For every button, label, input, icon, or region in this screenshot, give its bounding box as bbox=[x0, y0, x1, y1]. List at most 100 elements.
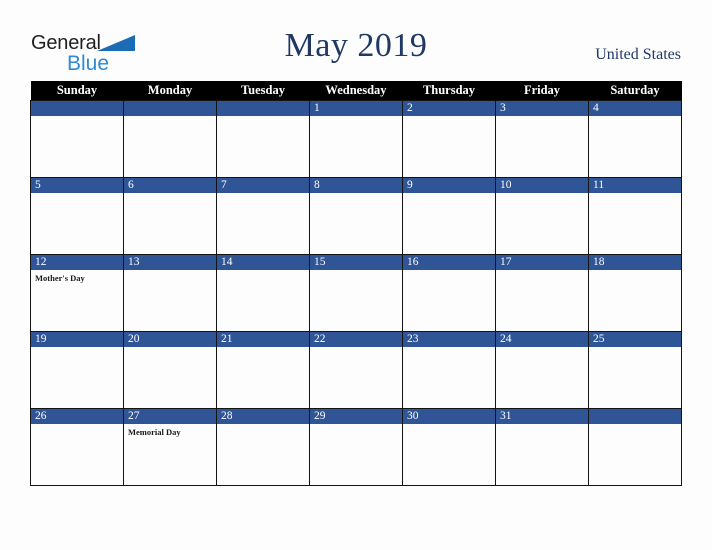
day-number: 18 bbox=[589, 255, 681, 270]
weekday-header-tuesday: Tuesday bbox=[216, 81, 310, 101]
calendar-day-cell[interactable]: 27 Memorial Day bbox=[123, 408, 217, 486]
calendar-day-cell[interactable]: 28 bbox=[216, 408, 310, 486]
calendar-day-cell[interactable]: 2 bbox=[402, 100, 496, 178]
calendar-empty-cell[interactable] bbox=[123, 100, 217, 178]
day-cell-inner: 24 bbox=[496, 332, 588, 408]
day-cell-inner bbox=[589, 409, 681, 485]
day-events bbox=[310, 270, 402, 273]
weekday-header-thursday: Thursday bbox=[402, 81, 496, 101]
day-number bbox=[31, 101, 123, 116]
calendar-page: General Blue May 2019 United States Sund… bbox=[0, 0, 712, 550]
calendar-week-row: 19 20 21 22 23 24 25 bbox=[30, 331, 682, 409]
day-cell-inner: 26 bbox=[31, 409, 123, 485]
calendar-day-cell[interactable]: 5 bbox=[30, 177, 124, 255]
calendar-day-cell[interactable]: 23 bbox=[402, 331, 496, 409]
day-cell-inner: 19 bbox=[31, 332, 123, 408]
calendar-day-cell[interactable]: 3 bbox=[495, 100, 589, 178]
calendar-week-row: 1234 bbox=[30, 100, 682, 178]
day-cell-inner: 10 bbox=[496, 178, 588, 254]
day-cell-inner: 13 bbox=[124, 255, 216, 331]
calendar-day-cell[interactable]: 26 bbox=[30, 408, 124, 486]
day-events bbox=[403, 347, 495, 350]
day-number: 6 bbox=[124, 178, 216, 193]
day-cell-inner: 8 bbox=[310, 178, 402, 254]
day-cell-inner bbox=[31, 101, 123, 177]
calendar-day-cell[interactable]: 7 bbox=[216, 177, 310, 255]
day-cell-inner: 1 bbox=[310, 101, 402, 177]
day-number: 2 bbox=[403, 101, 495, 116]
calendar-day-cell[interactable]: 17 bbox=[495, 254, 589, 332]
calendar-empty-cell[interactable] bbox=[588, 408, 682, 486]
day-number: 11 bbox=[589, 178, 681, 193]
calendar-day-cell[interactable]: 30 bbox=[402, 408, 496, 486]
calendar-day-cell[interactable]: 4 bbox=[588, 100, 682, 178]
calendar-week-row: 5 6 7 8 9 10 11 bbox=[30, 177, 682, 255]
day-cell-inner: 16 bbox=[403, 255, 495, 331]
day-events bbox=[403, 424, 495, 427]
day-cell-inner: 18 bbox=[589, 255, 681, 331]
calendar-day-cell[interactable]: 22 bbox=[309, 331, 403, 409]
day-number: 4 bbox=[589, 101, 681, 116]
day-number: 20 bbox=[124, 332, 216, 347]
day-number bbox=[217, 101, 309, 116]
calendar-day-cell[interactable]: 9 bbox=[402, 177, 496, 255]
day-number: 22 bbox=[310, 332, 402, 347]
calendar-day-cell[interactable]: 8 bbox=[309, 177, 403, 255]
holiday-label: Mother's Day bbox=[35, 273, 85, 283]
day-cell-inner: 30 bbox=[403, 409, 495, 485]
day-events: Mother's Day bbox=[31, 270, 123, 284]
day-number: 23 bbox=[403, 332, 495, 347]
calendar-day-cell[interactable]: 15 bbox=[309, 254, 403, 332]
day-number: 29 bbox=[310, 409, 402, 424]
day-cell-inner: 29 bbox=[310, 409, 402, 485]
calendar-day-cell[interactable]: 13 bbox=[123, 254, 217, 332]
day-number: 25 bbox=[589, 332, 681, 347]
calendar-body: 1 2 3 4 5 6 7 8 9 10 11 12 Mother's Day 13 14 15 16 17 18 1… bbox=[30, 100, 682, 486]
calendar-day-cell[interactable]: 11 bbox=[588, 177, 682, 255]
day-number: 19 bbox=[31, 332, 123, 347]
calendar-day-cell[interactable]: 29 bbox=[309, 408, 403, 486]
day-events bbox=[496, 270, 588, 273]
day-cell-inner: 14 bbox=[217, 255, 309, 331]
calendar-day-cell[interactable]: 6 bbox=[123, 177, 217, 255]
calendar-empty-cell[interactable] bbox=[216, 100, 310, 178]
day-cell-inner: 31 bbox=[496, 409, 588, 485]
day-events bbox=[31, 193, 123, 196]
day-events bbox=[310, 347, 402, 350]
day-cell-inner: 23 bbox=[403, 332, 495, 408]
day-events bbox=[124, 193, 216, 196]
day-cell-inner: 9 bbox=[403, 178, 495, 254]
day-events bbox=[589, 116, 681, 119]
day-cell-inner bbox=[124, 101, 216, 177]
calendar-day-cell[interactable]: 16 bbox=[402, 254, 496, 332]
calendar-day-cell[interactable]: 24 bbox=[495, 331, 589, 409]
day-events bbox=[589, 193, 681, 196]
day-cell-inner: 15 bbox=[310, 255, 402, 331]
calendar-day-cell[interactable]: 10 bbox=[495, 177, 589, 255]
day-cell-inner: 6 bbox=[124, 178, 216, 254]
day-cell-inner: 7 bbox=[217, 178, 309, 254]
day-number: 14 bbox=[217, 255, 309, 270]
calendar-day-cell[interactable]: 31 bbox=[495, 408, 589, 486]
weekday-header-monday: Monday bbox=[123, 81, 217, 101]
day-number: 31 bbox=[496, 409, 588, 424]
calendar-day-cell[interactable]: 1 bbox=[309, 100, 403, 178]
day-number: 10 bbox=[496, 178, 588, 193]
day-number: 16 bbox=[403, 255, 495, 270]
day-cell-inner: 2 bbox=[403, 101, 495, 177]
calendar-day-cell[interactable]: 18 bbox=[588, 254, 682, 332]
day-events bbox=[217, 270, 309, 273]
day-events bbox=[496, 347, 588, 350]
calendar-week-row: 26 27 Memorial Day 28 29 30 31 bbox=[30, 408, 682, 486]
day-cell-inner: 12 Mother's Day bbox=[31, 255, 123, 331]
calendar-day-cell[interactable]: 19 bbox=[30, 331, 124, 409]
day-events bbox=[589, 424, 681, 427]
weekday-header-wednesday: Wednesday bbox=[309, 81, 403, 101]
calendar-day-cell[interactable]: 20 bbox=[123, 331, 217, 409]
calendar-day-cell[interactable]: 21 bbox=[216, 331, 310, 409]
calendar-empty-cell[interactable] bbox=[30, 100, 124, 178]
day-cell-inner: 3 bbox=[496, 101, 588, 177]
calendar-day-cell[interactable]: 12 Mother's Day bbox=[30, 254, 124, 332]
calendar-day-cell[interactable]: 25 bbox=[588, 331, 682, 409]
calendar-day-cell[interactable]: 14 bbox=[216, 254, 310, 332]
